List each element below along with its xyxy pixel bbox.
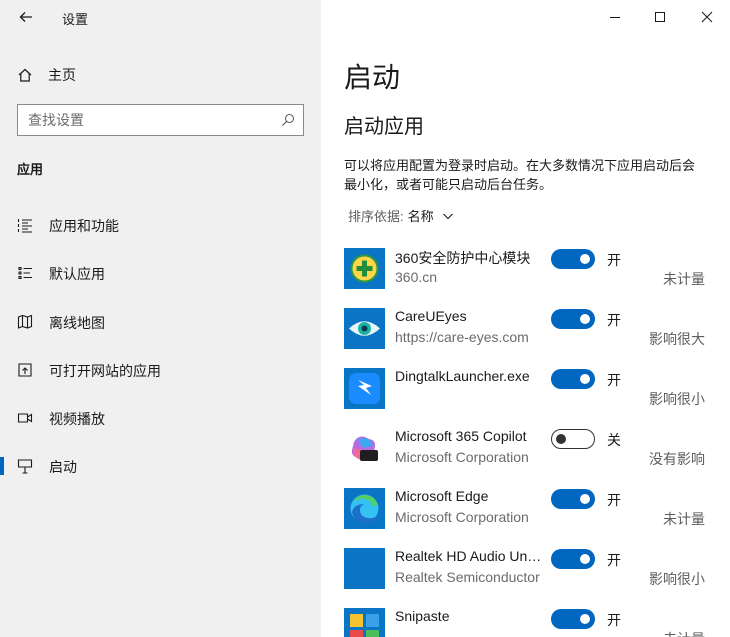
nav-item-apps-for-websites[interactable]: 可打开网站的应用 — [0, 350, 321, 390]
nav-item-label: 离线地图 — [49, 315, 105, 331]
close-button[interactable] — [684, 0, 730, 34]
selection-indicator — [0, 457, 4, 475]
video-icon — [17, 410, 33, 426]
toggle-state-label: 开 — [607, 492, 621, 508]
nav-item-label: 视频播放 — [49, 411, 105, 427]
toggle-knob — [580, 374, 590, 384]
default-apps-icon — [17, 265, 33, 281]
toggle-state-label: 开 — [607, 252, 621, 268]
nav-item-label: 可打开网站的应用 — [49, 363, 161, 379]
startup-toggle[interactable] — [551, 429, 595, 449]
maximize-icon — [655, 12, 665, 22]
nav-home[interactable]: 主页 — [17, 64, 76, 86]
app-360-icon — [344, 248, 385, 289]
app-publisher: Microsoft Corporation — [395, 449, 529, 465]
startup-app-row: 360安全防护中心模块 360.cn 开 未计量 — [344, 248, 730, 308]
startup-impact: 影响很小 — [649, 391, 705, 407]
toggle-knob — [580, 314, 590, 324]
app-name: Realtek HD Audio Universal Service — [395, 548, 543, 564]
dingtalk-icon — [344, 368, 385, 409]
careueyes-icon — [344, 308, 385, 349]
app-name: Snipaste — [395, 608, 450, 624]
startup-app-row: CareUEyes https://care-eyes.com 开 影响很大 — [344, 308, 730, 368]
toggle-state-label: 开 — [607, 552, 621, 568]
startup-toggle[interactable] — [551, 249, 595, 269]
startup-app-row: Microsoft Edge Microsoft Corporation 开 未… — [344, 488, 730, 548]
app-name: Microsoft 365 Copilot — [395, 428, 527, 444]
startup-impact: 没有影响 — [649, 451, 705, 467]
toggle-state-label: 开 — [607, 312, 621, 328]
nav-home-label: 主页 — [48, 67, 76, 83]
app-publisher: Realtek Semiconductor — [395, 569, 540, 585]
startup-app-row: Realtek HD Audio Universal Service Realt… — [344, 548, 730, 608]
open-web-icon — [17, 362, 33, 378]
toggle-state-label: 开 — [607, 372, 621, 388]
toggle-knob — [556, 434, 566, 444]
back-arrow-icon — [19, 12, 32, 22]
edge-icon — [344, 488, 385, 529]
startup-impact: 影响很小 — [649, 571, 705, 587]
minimize-icon — [610, 17, 620, 18]
nav-item-offline-maps[interactable]: 离线地图 — [0, 302, 321, 342]
navigation-pane: 设置 主页 查找设置 应用 应用和功能 默认应用 离线地图 可打开网站的应用 视… — [0, 0, 321, 637]
toggle-knob — [580, 614, 590, 624]
minimize-button[interactable] — [592, 0, 638, 34]
startup-toggle[interactable] — [551, 549, 595, 569]
startup-impact: 未计量 — [663, 511, 705, 527]
realtek-icon — [344, 548, 385, 589]
close-icon — [701, 11, 713, 23]
page-description: 可以将应用配置为登录时启动。在大多数情况下应用启动后会最小化，或者可能只启动后台… — [344, 158, 696, 192]
app-title: 设置 — [62, 12, 89, 27]
app-publisher: Microsoft Corporation — [395, 509, 529, 525]
copilot-icon — [344, 428, 385, 469]
apps-list-icon — [17, 217, 33, 233]
sort-value: 名称 — [407, 209, 434, 224]
app-name: DingtalkLauncher.exe — [395, 368, 530, 384]
startup-impact: 未计量 — [663, 629, 705, 637]
nav-item-apps-features[interactable]: 应用和功能 — [0, 205, 321, 245]
startup-toggle[interactable] — [551, 609, 595, 629]
toggle-knob — [580, 494, 590, 504]
nav-item-video-playback[interactable]: 视频播放 — [0, 398, 321, 438]
snipaste-icon — [344, 608, 385, 637]
toggle-knob — [580, 554, 590, 564]
page-title: 启动 — [344, 62, 401, 93]
nav-item-label: 默认应用 — [49, 266, 105, 282]
toggle-knob — [580, 254, 590, 264]
app-name: Microsoft Edge — [395, 488, 489, 504]
toggle-state-label: 开 — [607, 612, 621, 628]
section-subtitle: 启动应用 — [344, 116, 424, 138]
chevron-down-icon — [442, 210, 454, 222]
search-placeholder: 查找设置 — [28, 112, 84, 128]
maximize-button[interactable] — [637, 0, 683, 34]
home-icon — [18, 68, 32, 82]
sort-label: 排序依据: — [348, 209, 404, 224]
search-input[interactable]: 查找设置 — [17, 104, 304, 136]
sort-dropdown[interactable]: 排序依据: 名称 — [348, 206, 454, 225]
nav-section-title: 应用 — [17, 162, 44, 177]
nav-item-label: 应用和功能 — [49, 218, 119, 234]
app-publisher: 360.cn — [395, 269, 438, 285]
startup-app-row: Snipaste 开 未计量 — [344, 608, 730, 637]
startup-impact: 影响很大 — [649, 331, 705, 347]
back-button[interactable] — [12, 6, 40, 28]
app-publisher: https://care-eyes.com — [395, 329, 529, 345]
nav-item-default-apps[interactable]: 默认应用 — [0, 253, 321, 293]
startup-toggle[interactable] — [551, 309, 595, 329]
startup-toggle[interactable] — [551, 489, 595, 509]
startup-icon — [17, 458, 33, 474]
toggle-state-label: 关 — [607, 432, 621, 448]
app-name: CareUEyes — [395, 308, 467, 324]
nav-item-startup[interactable]: 启动 — [0, 446, 321, 486]
search-icon[interactable] — [273, 105, 303, 135]
startup-toggle[interactable] — [551, 369, 595, 389]
app-name: 360安全防护中心模块 — [395, 250, 531, 266]
startup-impact: 未计量 — [663, 271, 705, 287]
startup-app-row: DingtalkLauncher.exe 开 影响很小 — [344, 368, 730, 428]
map-icon — [17, 314, 33, 330]
nav-item-label: 启动 — [49, 459, 77, 475]
startup-app-row: Microsoft 365 Copilot Microsoft Corporat… — [344, 428, 730, 488]
